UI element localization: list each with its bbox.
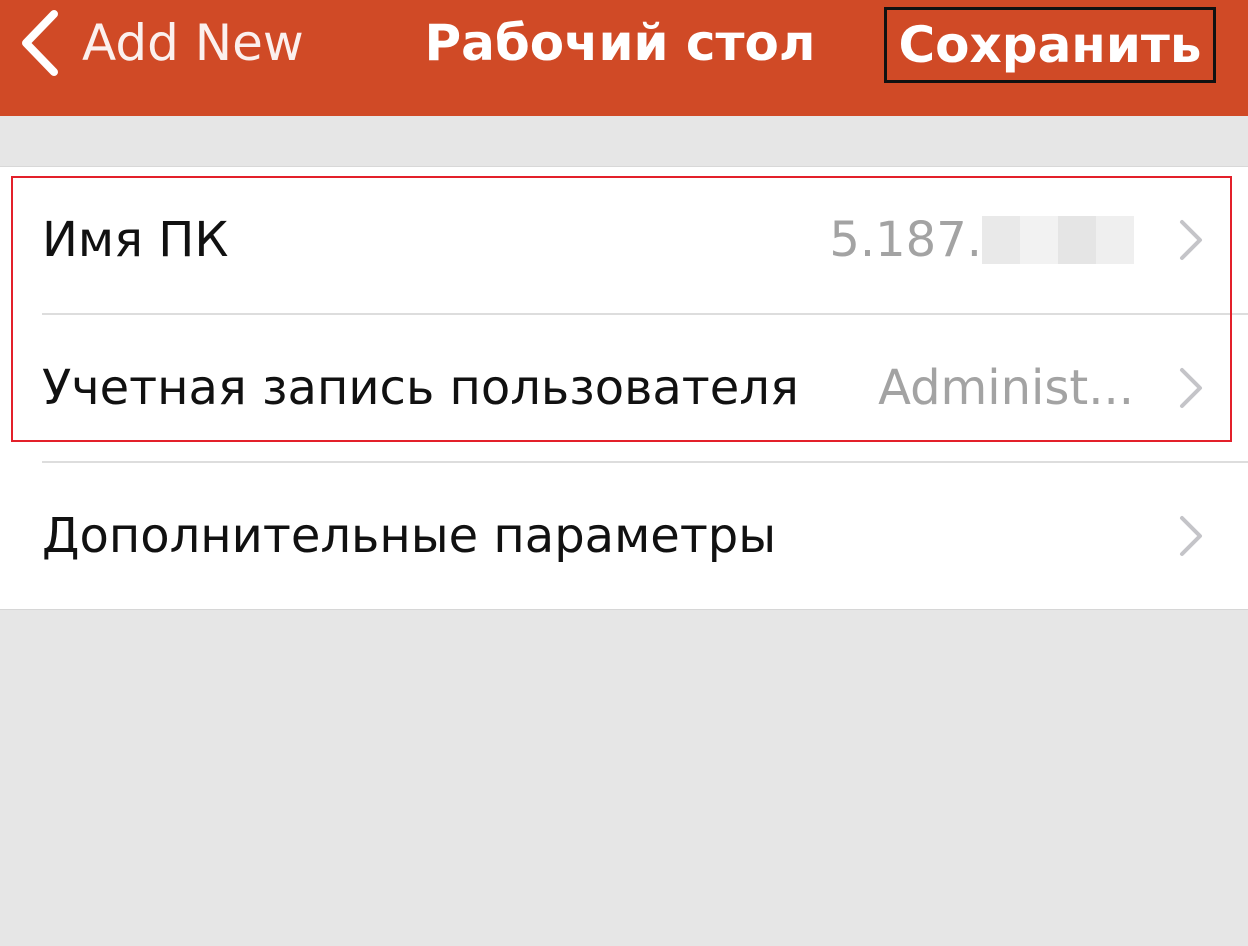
advanced-settings-label: Дополнительные параметры [42, 508, 777, 564]
list-item-user-account[interactable]: Учетная запись пользователя Administ... [0, 315, 1248, 461]
back-button-label: Add New [82, 14, 304, 72]
redacted-ip-block [982, 216, 1134, 264]
chevron-right-icon [1178, 463, 1204, 609]
chevron-right-icon [1178, 315, 1204, 461]
list-item-advanced-settings[interactable]: Дополнительные параметры [0, 463, 1248, 609]
user-account-label: Учетная запись пользователя [42, 360, 799, 416]
settings-list: Имя ПК 5.187. Учетная запись пользовател… [0, 166, 1248, 610]
user-account-value: Administ... [878, 360, 1134, 416]
pc-name-value-text: 5.187. [829, 212, 982, 268]
list-item-pc-name[interactable]: Имя ПК 5.187. [0, 167, 1248, 313]
pc-name-value: 5.187. [829, 167, 1134, 313]
pc-name-label: Имя ПК [42, 212, 229, 268]
back-button[interactable]: Add New [18, 0, 304, 86]
chevron-left-icon [18, 8, 60, 78]
chevron-right-icon [1178, 167, 1204, 313]
page-title: Рабочий стол [424, 14, 816, 72]
save-button[interactable]: Сохранить [884, 7, 1216, 83]
navigation-bar: Add New Рабочий стол Сохранить [0, 0, 1248, 116]
